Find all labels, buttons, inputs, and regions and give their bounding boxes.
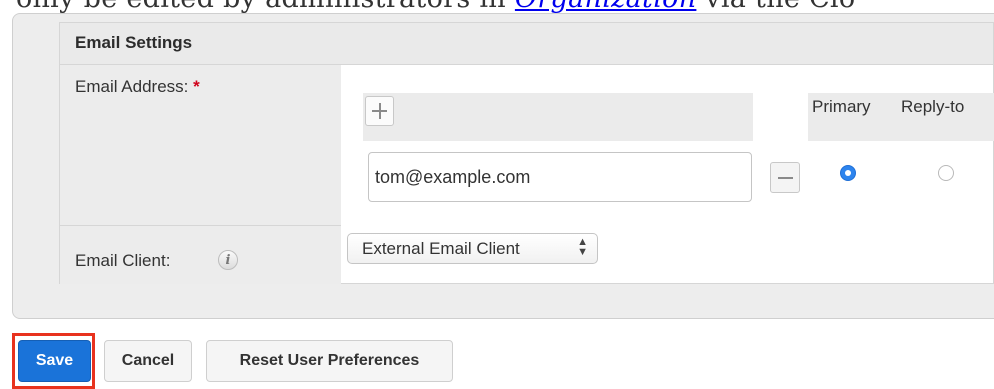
cancel-button[interactable]: Cancel xyxy=(104,340,192,382)
email-address-label: Email Address: * xyxy=(75,77,200,97)
primary-column-header: Primary xyxy=(812,97,871,116)
required-marker: * xyxy=(193,77,200,96)
email-client-select[interactable]: External Email Client ▲ ▼ xyxy=(347,233,598,264)
intro-suffix: via the Clo xyxy=(696,0,855,14)
header-row-gap xyxy=(753,93,808,141)
info-icon[interactable]: i xyxy=(218,250,238,270)
email-address-header-row xyxy=(363,93,994,141)
intro-text: only be edited by administrators in Orga… xyxy=(16,0,856,14)
email-address-label-cell: Email Address: * xyxy=(60,65,341,226)
email-client-label-cell: Email Client: xyxy=(60,226,341,284)
section-header: Email Settings xyxy=(59,22,994,64)
reply-to-column-header: Reply-to xyxy=(901,97,965,116)
reply-to-radio[interactable] xyxy=(938,165,954,181)
email-address-label-text: Email Address: xyxy=(75,77,189,96)
email-client-label: Email Client: xyxy=(75,251,171,270)
organization-link[interactable]: Organization xyxy=(515,0,697,14)
minus-icon xyxy=(778,177,793,179)
reset-user-preferences-button[interactable]: Reset User Preferences xyxy=(206,340,453,382)
intro-prefix: only be edited by administrators in xyxy=(16,0,515,14)
select-arrows-icon: ▲ ▼ xyxy=(577,237,588,258)
email-address-input[interactable] xyxy=(368,152,752,202)
primary-radio[interactable] xyxy=(840,165,856,181)
remove-email-button[interactable] xyxy=(770,162,800,193)
email-client-selected-value: External Email Client xyxy=(362,239,520,258)
save-button[interactable]: Save xyxy=(18,340,91,382)
arrow-down-icon: ▼ xyxy=(577,246,588,258)
add-email-button[interactable] xyxy=(365,96,394,126)
email-settings-form: Email Address: * Email Client: i Primary… xyxy=(59,64,994,284)
section-title: Email Settings xyxy=(75,33,193,52)
plus-icon-stem xyxy=(379,103,381,119)
